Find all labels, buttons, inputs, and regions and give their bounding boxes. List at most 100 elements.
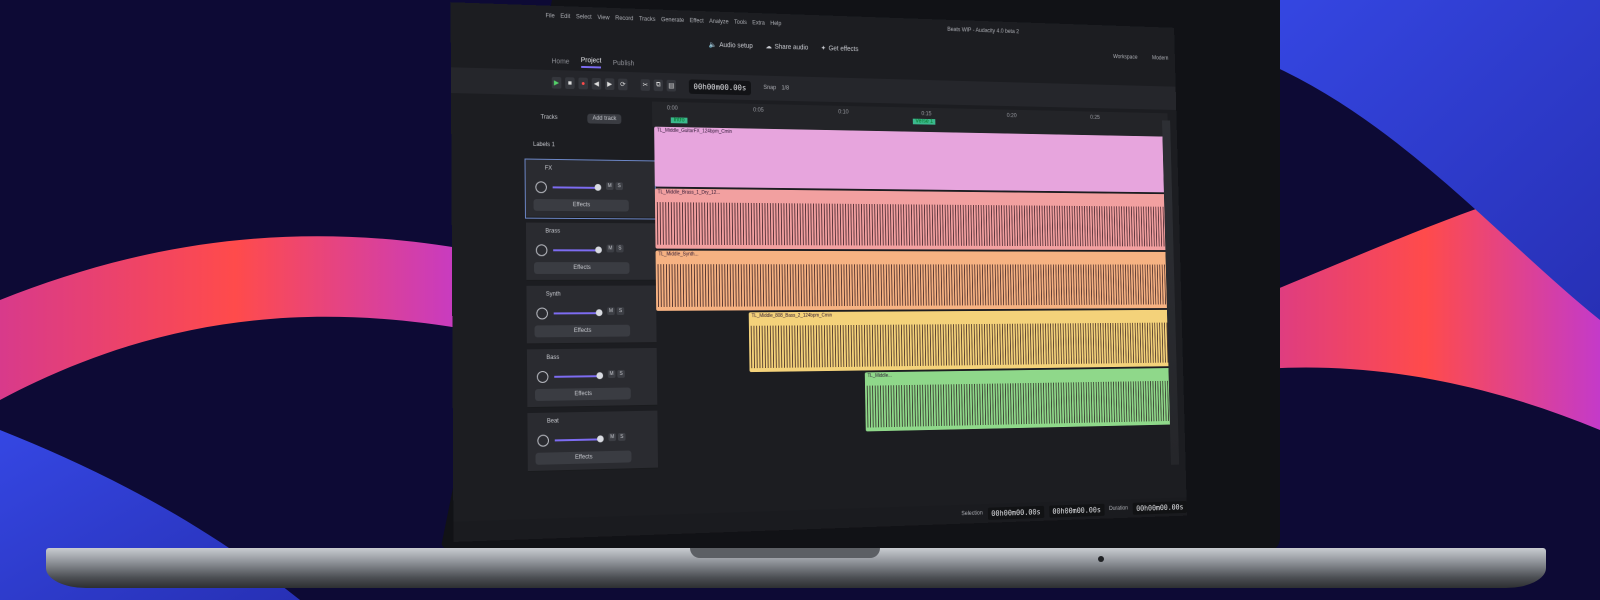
- track-synth[interactable]: Synth MS Effects: [526, 285, 657, 345]
- track-fx[interactable]: FX MS Effects: [524, 158, 657, 220]
- track-name: Synth: [545, 291, 561, 298]
- menu-analyze[interactable]: Analyze: [709, 19, 729, 25]
- tab-project[interactable]: Project: [580, 56, 602, 68]
- effects-button[interactable]: Effects: [534, 324, 631, 338]
- clip-brass[interactable]: TL_Middle_Brass_1_Dry_12...: [654, 188, 1169, 251]
- pan-knob[interactable]: [536, 307, 548, 320]
- duration-label: Duration: [1109, 505, 1129, 512]
- app-window: File Edit Select View Record Tracks Gene…: [450, 2, 1187, 542]
- marker-intro[interactable]: Intro: [670, 117, 688, 124]
- paste-button[interactable]: ▤: [666, 79, 677, 92]
- skip-end-button[interactable]: ▶: [604, 78, 615, 91]
- volume-slider[interactable]: [554, 375, 601, 378]
- menu-effect[interactable]: Effect: [690, 18, 704, 24]
- effects-button[interactable]: Effects: [534, 387, 631, 401]
- menu-edit[interactable]: Edit: [560, 14, 570, 20]
- get-effects-label: Get effects: [828, 45, 859, 53]
- mute-solo: MS: [608, 432, 626, 442]
- menu-view[interactable]: View: [597, 15, 609, 21]
- volume-slider[interactable]: [553, 312, 600, 315]
- pan-knob[interactable]: [535, 244, 548, 257]
- menu-bar: File Edit Select View Record Tracks Gene…: [545, 13, 781, 27]
- label-track[interactable]: Labels 1: [533, 142, 555, 148]
- tab-home[interactable]: Home: [552, 58, 570, 65]
- mute-button[interactable]: M: [605, 182, 614, 190]
- workspace-value: Modern: [1151, 55, 1169, 62]
- loop-button[interactable]: ⟳: [618, 78, 628, 91]
- track-name: FX: [544, 165, 553, 172]
- copy-button[interactable]: ⧉: [653, 79, 664, 92]
- indicator-light: [1098, 556, 1104, 562]
- share-audio-button[interactable]: ☁ Share audio: [765, 43, 808, 52]
- clip-synth[interactable]: TL_Middle_Synth...: [655, 250, 1171, 311]
- tab-publish[interactable]: Publish: [613, 60, 635, 67]
- skip-end-icon: ▶: [607, 81, 613, 89]
- menu-select[interactable]: Select: [576, 14, 592, 20]
- menu-generate[interactable]: Generate: [661, 17, 684, 24]
- volume-slider[interactable]: [554, 438, 601, 442]
- skip-start-button[interactable]: ◀: [591, 77, 602, 90]
- clip-beat[interactable]: TL_Middle...: [864, 367, 1174, 432]
- volume-slider[interactable]: [553, 249, 600, 252]
- timecode-display[interactable]: 00h00m00.00s: [688, 78, 751, 95]
- laptop-notch: [690, 548, 880, 558]
- workspace-selector[interactable]: Workspace Modern: [1113, 54, 1168, 61]
- track-bass[interactable]: Bass MS Effects: [526, 347, 658, 409]
- menu-tracks[interactable]: Tracks: [639, 17, 656, 23]
- scissors-icon: ✂: [642, 82, 649, 89]
- menu-file[interactable]: File: [545, 13, 554, 19]
- pan-knob[interactable]: [537, 434, 550, 447]
- solo-button[interactable]: S: [616, 307, 625, 316]
- record-button[interactable]: ●: [578, 77, 589, 90]
- solo-button[interactable]: S: [616, 244, 624, 253]
- mute-solo: MS: [606, 244, 624, 253]
- menu-extra[interactable]: Extra: [752, 20, 765, 26]
- waveform: [750, 322, 1170, 369]
- pan-knob[interactable]: [536, 370, 549, 384]
- mute-button[interactable]: M: [608, 433, 617, 442]
- record-icon: ●: [581, 80, 586, 87]
- effects-button[interactable]: Effects: [535, 450, 632, 465]
- selection-end[interactable]: 00h00m00.00s: [1048, 503, 1105, 518]
- audio-setup-button[interactable]: 🔈 Audio setup: [708, 41, 753, 50]
- clip-title: TL_Middle_Synth...: [658, 251, 699, 258]
- mute-button[interactable]: M: [606, 244, 615, 253]
- snap-control[interactable]: Snap 1/8: [763, 85, 789, 91]
- share-audio-label: Share audio: [774, 43, 809, 52]
- stop-button[interactable]: ■: [565, 77, 575, 90]
- clip-bass[interactable]: TL_Middle_808_Bass_2_124bpm_Cmin: [748, 309, 1172, 373]
- duration-value[interactable]: 00h00m00.00s: [1132, 500, 1187, 515]
- marker-verse[interactable]: Verse 1: [912, 118, 936, 125]
- ruler-mark-10: 0:10: [838, 109, 849, 116]
- add-track-button[interactable]: Add track: [587, 113, 622, 125]
- pan-knob[interactable]: [535, 181, 547, 194]
- solo-button[interactable]: S: [615, 182, 623, 191]
- track-brass[interactable]: Brass MS Effects: [525, 222, 656, 281]
- track-beat[interactable]: Beat MS Effects: [527, 410, 659, 473]
- waveform: [657, 264, 1169, 307]
- menu-tools[interactable]: Tools: [734, 20, 747, 26]
- cut-button[interactable]: ✂: [640, 79, 651, 91]
- mute-button[interactable]: M: [607, 370, 616, 379]
- mute-button[interactable]: M: [607, 307, 615, 316]
- solo-button[interactable]: S: [617, 369, 625, 378]
- ruler-mark-20: 0:20: [1006, 113, 1017, 120]
- clip-fx[interactable]: TL_Middle_GuitarFX_124bpm_Cmin: [654, 126, 1168, 193]
- tracks-label: Tracks: [540, 114, 558, 121]
- effects-button[interactable]: Effects: [533, 198, 629, 212]
- effects-button[interactable]: Effects: [534, 262, 630, 274]
- menu-record[interactable]: Record: [615, 16, 633, 22]
- volume-slider[interactable]: [552, 186, 599, 189]
- skip-start-icon: ◀: [593, 80, 600, 88]
- get-effects-button[interactable]: ✦ Get effects: [821, 44, 859, 53]
- audio-setup-label: Audio setup: [719, 41, 753, 50]
- solo-button[interactable]: S: [617, 432, 626, 441]
- play-button[interactable]: ▶: [551, 76, 562, 89]
- audio-setup-icon: 🔈: [708, 41, 717, 49]
- selection-start[interactable]: 00h00m00.00s: [987, 505, 1045, 520]
- menu-help[interactable]: Help: [770, 21, 781, 27]
- snap-value: 1/8: [781, 85, 790, 92]
- tracks-header: Tracks Add track: [540, 113, 655, 125]
- clip-title: TL_Middle_808_Bass_2_124bpm_Cmin: [751, 312, 833, 320]
- stop-icon: ■: [567, 79, 572, 87]
